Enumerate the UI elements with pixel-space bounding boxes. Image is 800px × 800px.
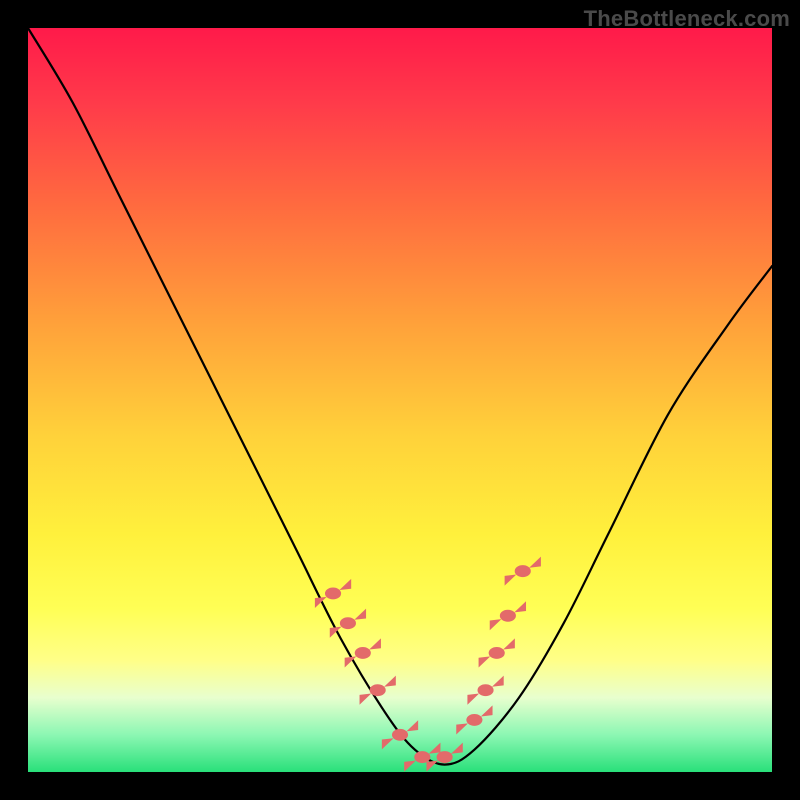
marker-point xyxy=(479,638,515,667)
marker-point xyxy=(382,720,418,749)
highlight-markers xyxy=(315,557,541,772)
marker-point xyxy=(490,601,526,630)
marker-point xyxy=(456,705,492,734)
marker-point xyxy=(426,743,462,772)
bottleneck-curve-line xyxy=(28,28,772,765)
marker-point xyxy=(467,676,503,705)
marker-point xyxy=(315,579,351,608)
chart-plot-area xyxy=(28,28,772,772)
marker-point xyxy=(345,638,381,667)
marker-point xyxy=(404,743,440,772)
chart-svg xyxy=(28,28,772,772)
marker-point xyxy=(505,557,541,586)
marker-point xyxy=(330,609,366,638)
watermark-text: TheBottleneck.com xyxy=(584,6,790,32)
